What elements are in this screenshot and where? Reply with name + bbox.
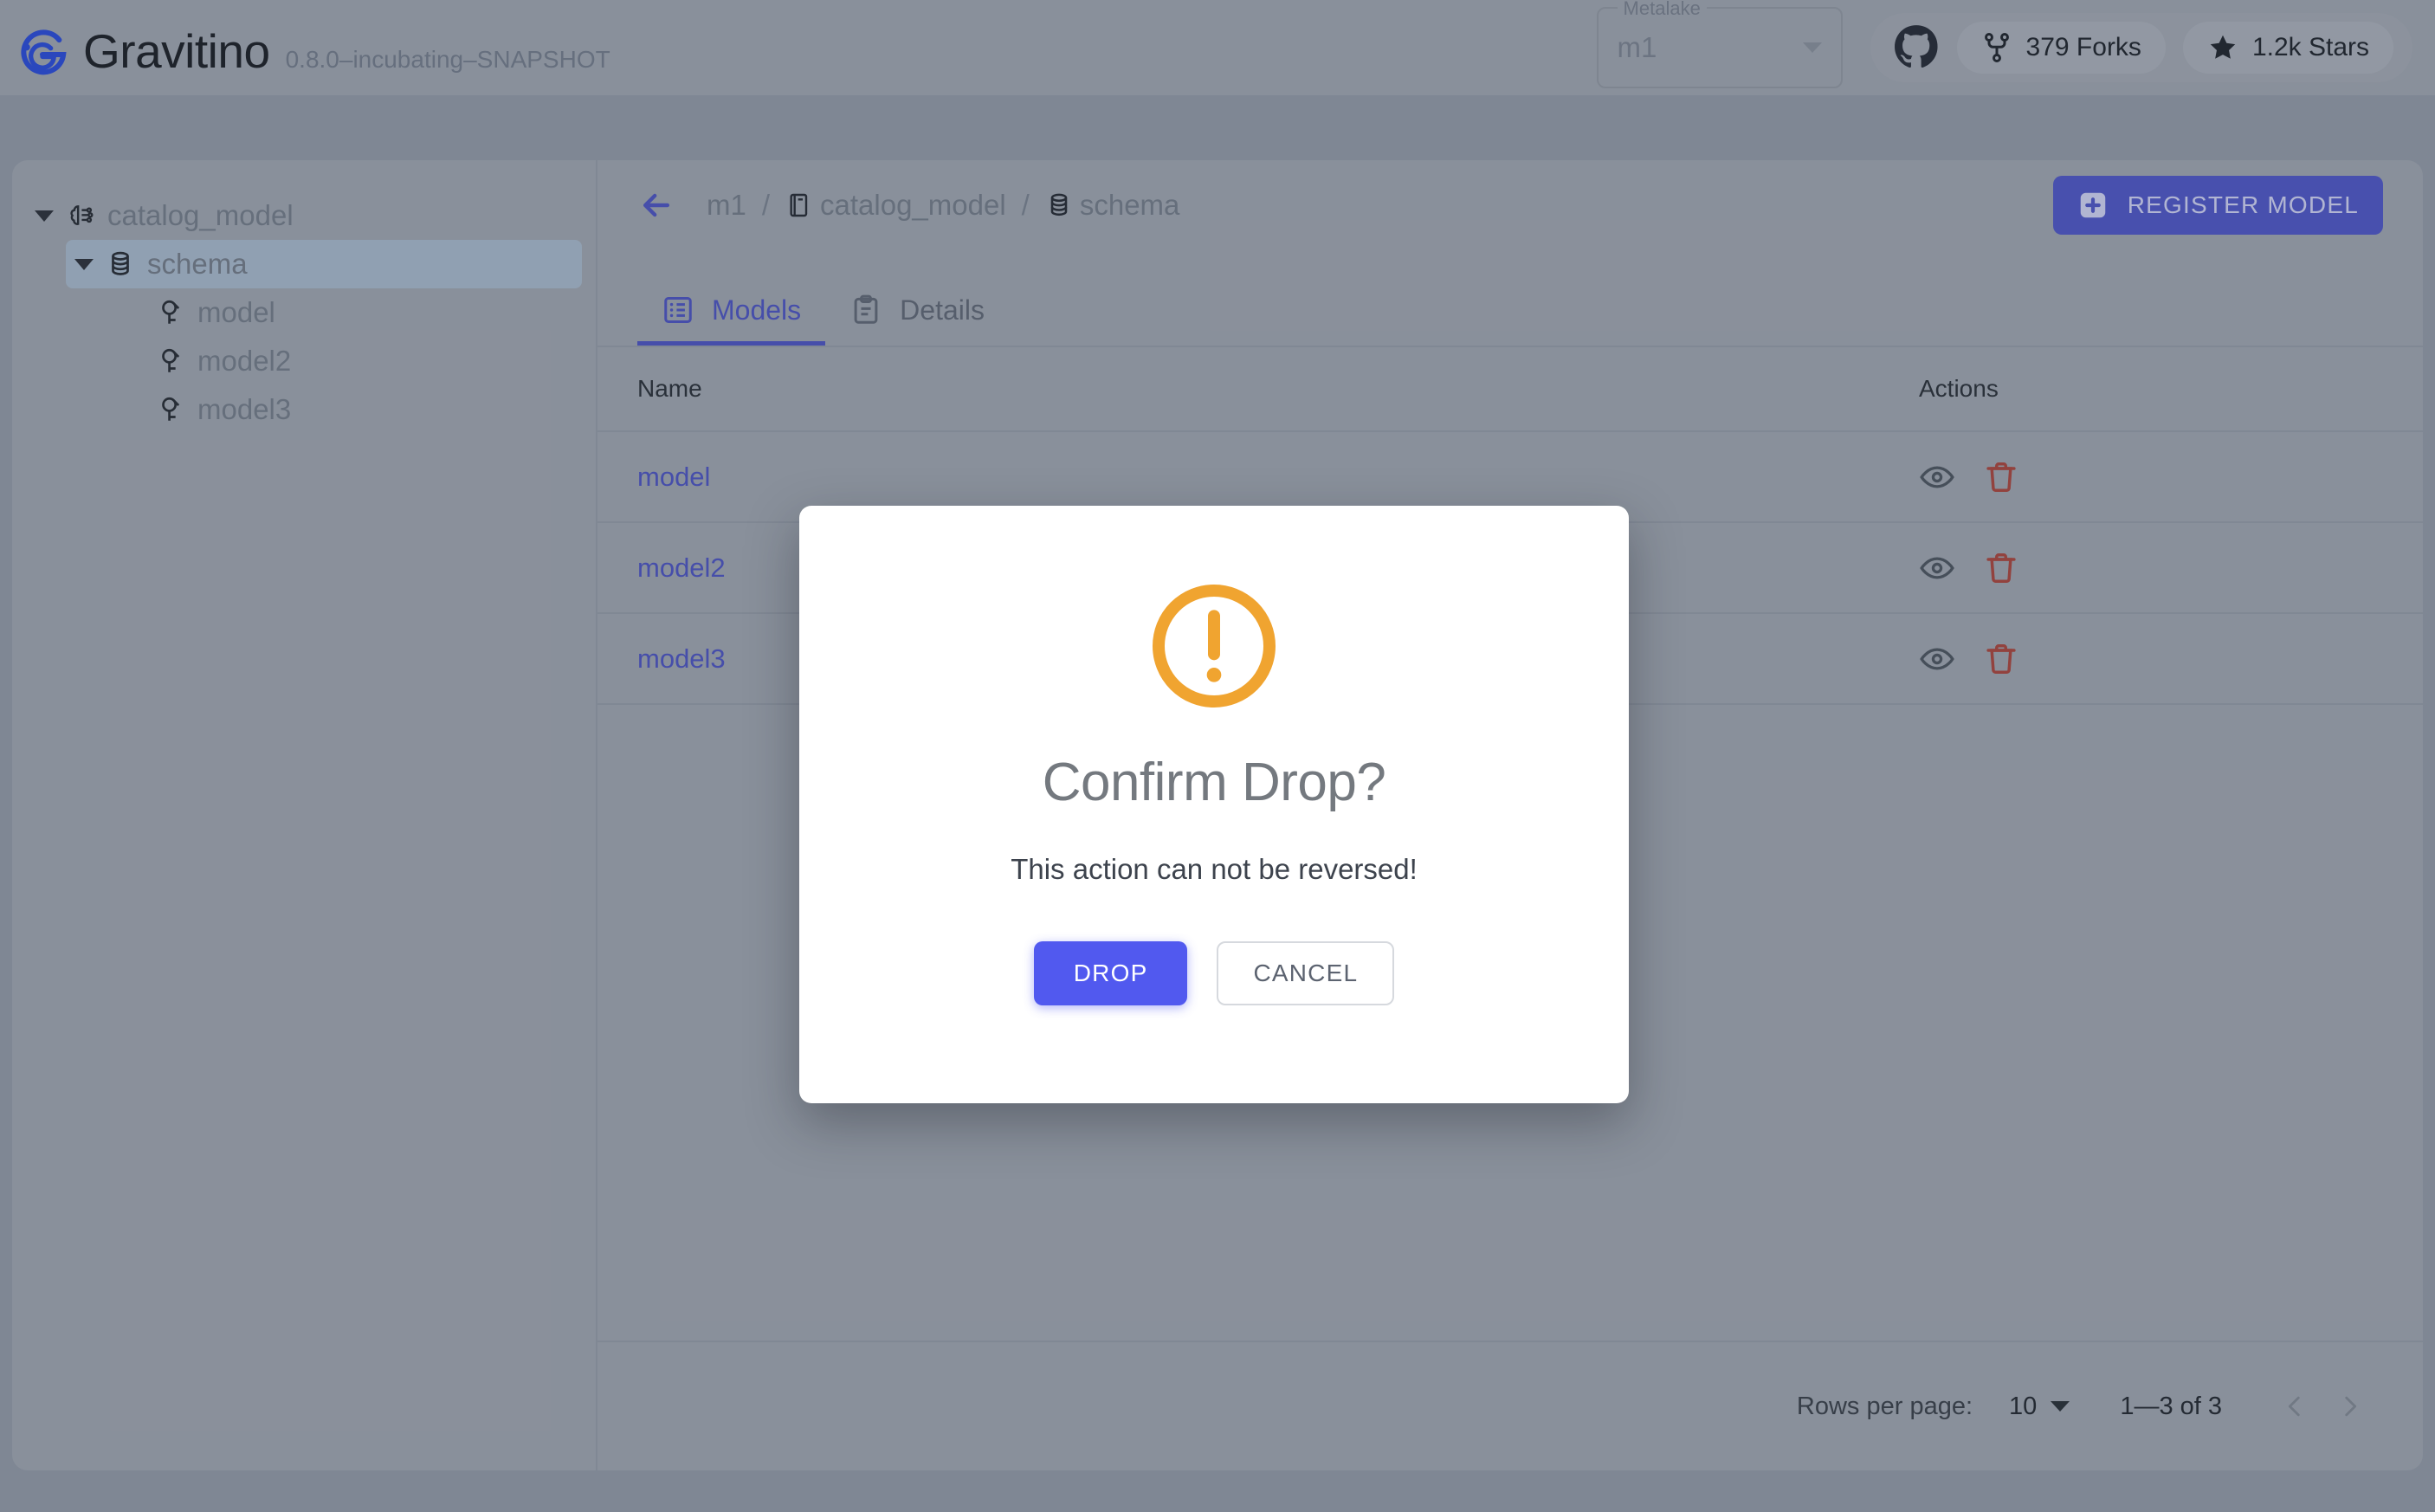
dialog-message: This action can not be reversed! [1011,853,1418,885]
dialog-title: Confirm Drop? [1042,753,1386,812]
dialog-actions: DROP CANCEL [1033,941,1395,1005]
app-root: Gravitino 0.8.0–incubating–SNAPSHOT Meta… [0,0,2435,1512]
confirm-drop-dialog: Confirm Drop? This action can not be rev… [799,506,1629,1103]
cancel-button[interactable]: CANCEL [1217,941,1395,1005]
drop-button[interactable]: DROP [1033,941,1188,1005]
warning-circle-icon [1145,577,1283,715]
